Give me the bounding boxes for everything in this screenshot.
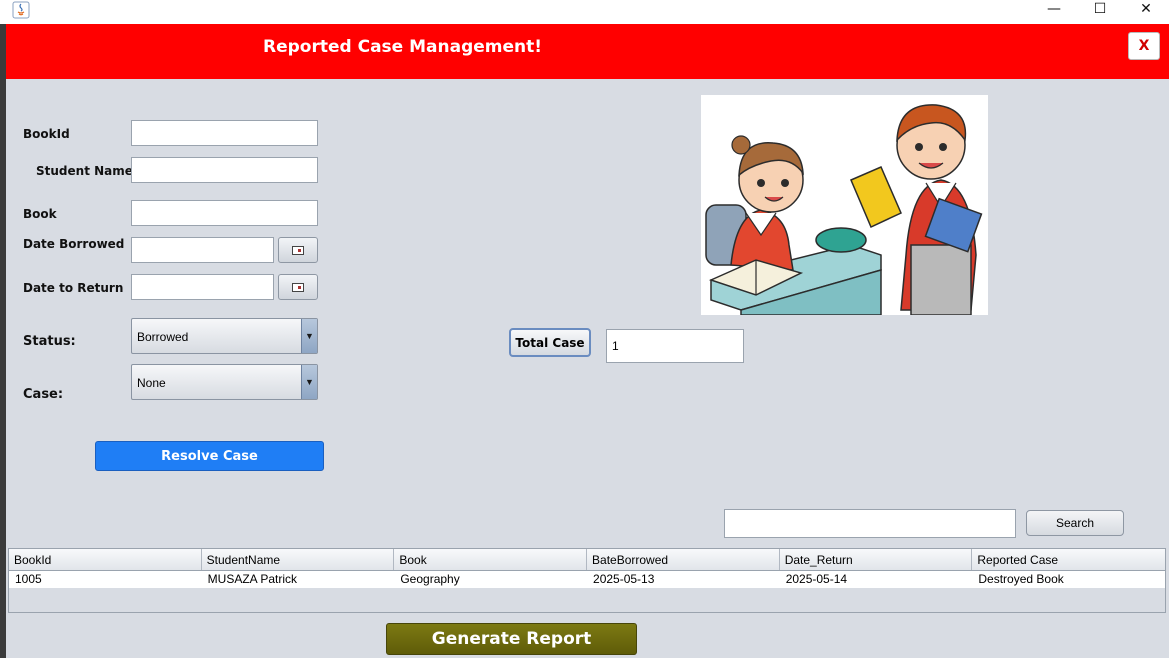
search-button[interactable]: Search [1026,510,1124,536]
case-label: Case: [23,387,64,402]
book-field[interactable] [131,200,318,226]
main-panel: BookId Student Name Book Date Borrowed D… [6,79,1169,658]
date-to-return-field[interactable] [131,274,274,300]
cases-table: BookId StudentName Book BateBorrowed Dat… [8,548,1166,613]
book-label: Book [23,207,57,221]
date-borrowed-field[interactable] [131,237,274,263]
student-name-field[interactable] [131,157,318,183]
date-borrowed-picker-button[interactable] [278,237,318,263]
table-cell: 1005 [15,572,42,586]
table-cell: MUSAZA Patrick [207,572,298,586]
table-cell: 2025-05-13 [593,572,655,586]
column-header[interactable]: BookId [9,549,202,570]
minimize-button[interactable]: — [1034,0,1074,18]
status-label: Status: [23,334,76,349]
resolve-case-button[interactable]: Resolve Case [95,441,324,471]
calendar-icon [292,282,304,292]
date-to-return-picker-button[interactable] [278,274,318,300]
column-header[interactable]: BateBorrowed [587,549,780,570]
search-input[interactable] [724,509,1016,538]
book-id-label: BookId [23,127,70,141]
calendar-icon [292,245,304,255]
total-case-button[interactable]: Total Case [509,328,591,357]
window-close-button[interactable]: ✕ [1126,0,1166,18]
status-dropdown[interactable]: Borrowed ▼ [131,318,318,354]
window-titlebar: — ☐ ✕ [0,0,1169,24]
column-header[interactable]: StudentName [202,549,395,570]
table-header: BookId StudentName Book BateBorrowed Dat… [9,549,1165,571]
java-app-icon [12,1,30,19]
page-title: Reported Case Management! [263,37,542,57]
chevron-down-icon: ▼ [301,365,317,399]
date-borrowed-label: Date Borrowed [23,237,125,251]
generate-report-button[interactable]: Generate Report [386,623,637,655]
table-row[interactable]: 1005 MUSAZA Patrick Geography 2025-05-13… [9,571,1165,588]
table-cell: 2025-05-14 [785,572,848,586]
header-bar: Reported Case Management! X [6,24,1169,79]
maximize-button[interactable]: ☐ [1080,0,1120,18]
column-header[interactable]: Reported Case [972,549,1165,570]
student-name-label: Student Name [36,164,133,178]
book-id-field[interactable] [131,120,318,146]
status-selected-value: Borrowed [137,330,189,344]
chevron-down-icon: ▼ [301,319,317,353]
total-case-field[interactable]: 1 [606,329,744,363]
case-dropdown[interactable]: None ▼ [131,364,318,400]
column-header[interactable]: Date_Return [780,549,973,570]
column-header[interactable]: Book [394,549,588,570]
case-selected-value: None [137,376,166,390]
date-to-return-label: Date to Return [23,281,124,295]
kids-reading-books-illustration [701,95,988,315]
table-cell: Destroyed Book [978,572,1064,586]
table-cell: Geography [400,572,460,586]
close-button[interactable]: X [1128,32,1160,60]
